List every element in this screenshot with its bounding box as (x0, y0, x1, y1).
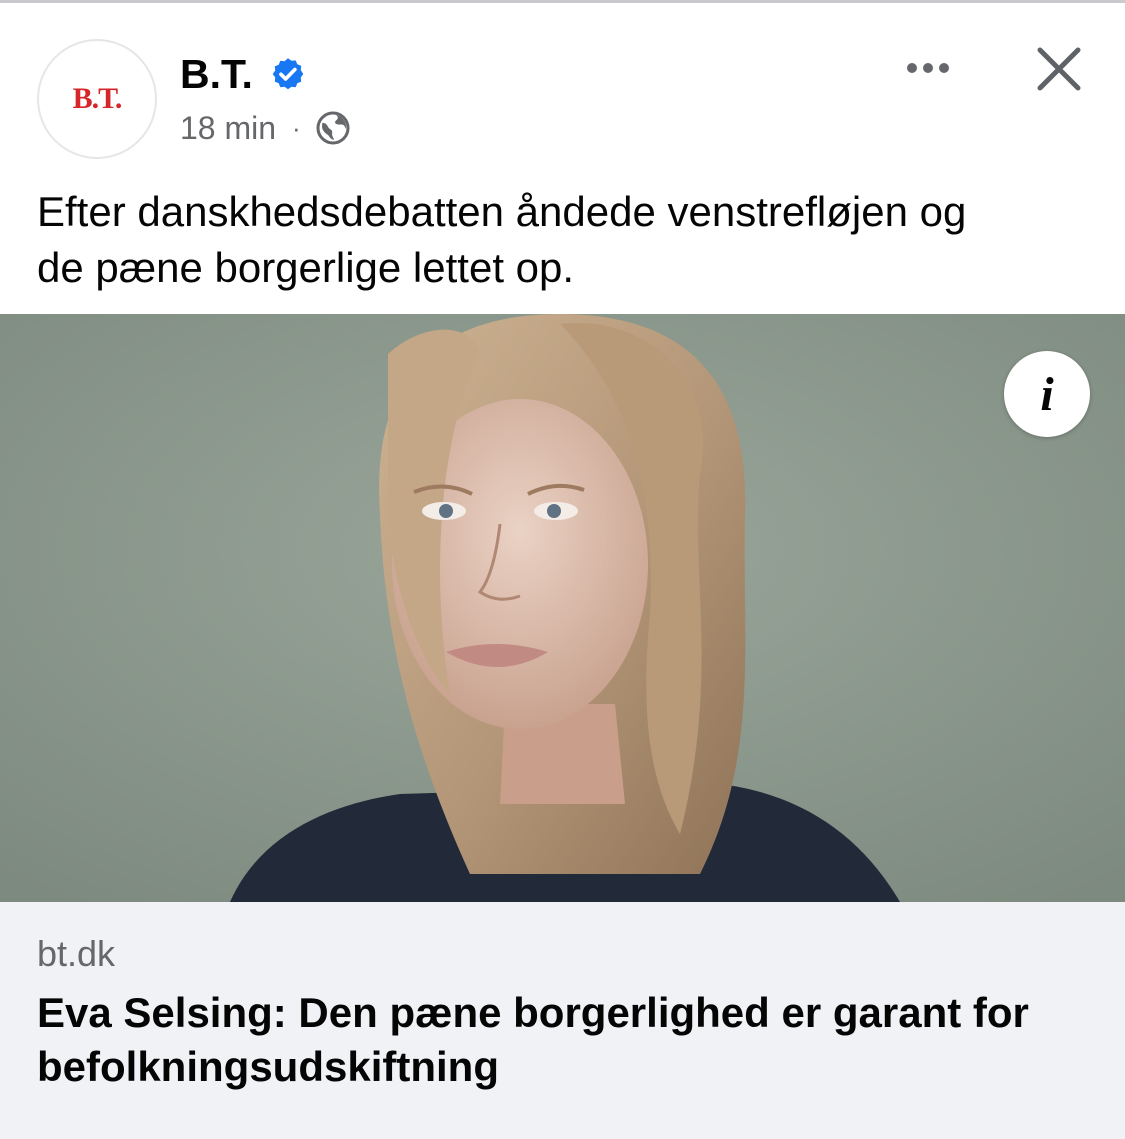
more-options-button[interactable] (896, 48, 960, 88)
top-divider (0, 0, 1125, 3)
post-text-line-1: Efter danskhedsdebatten åndede venstrefl… (37, 188, 967, 235)
page-avatar[interactable]: B.T. (37, 39, 157, 159)
link-title-line-2: befolkningsudskiftning (37, 1043, 499, 1090)
page-name[interactable]: B.T. (180, 48, 253, 100)
link-title[interactable]: Eva Selsing: Den pæne borgerlighed er ga… (37, 986, 1107, 1094)
more-dots-icon (907, 63, 917, 73)
article-photo[interactable] (0, 314, 1125, 902)
close-icon[interactable] (1030, 40, 1088, 98)
more-dots-icon (923, 63, 933, 73)
post-timestamp[interactable]: 18 min (180, 110, 276, 147)
post-text: Efter danskhedsdebatten åndede venstrefl… (37, 184, 1097, 296)
globe-icon[interactable] (315, 110, 351, 146)
verified-badge-icon (272, 58, 304, 90)
link-domain: bt.dk (37, 933, 116, 974)
post-text-line-2: de pæne borgerlige lettet op. (37, 244, 575, 291)
facebook-post-card: B.T. B.T. 18 min · Efter danskhedsdebatt… (0, 0, 1125, 1139)
bt-logo: B.T. (72, 82, 123, 115)
more-dots-icon (939, 63, 949, 73)
link-title-line-1: Eva Selsing: Den pæne borgerlighed er ga… (37, 989, 1029, 1036)
portrait-illustration (0, 314, 1125, 902)
info-icon[interactable]: i (1004, 351, 1090, 437)
meta-separator: · (292, 112, 301, 143)
post-meta: 18 min · (180, 108, 351, 148)
